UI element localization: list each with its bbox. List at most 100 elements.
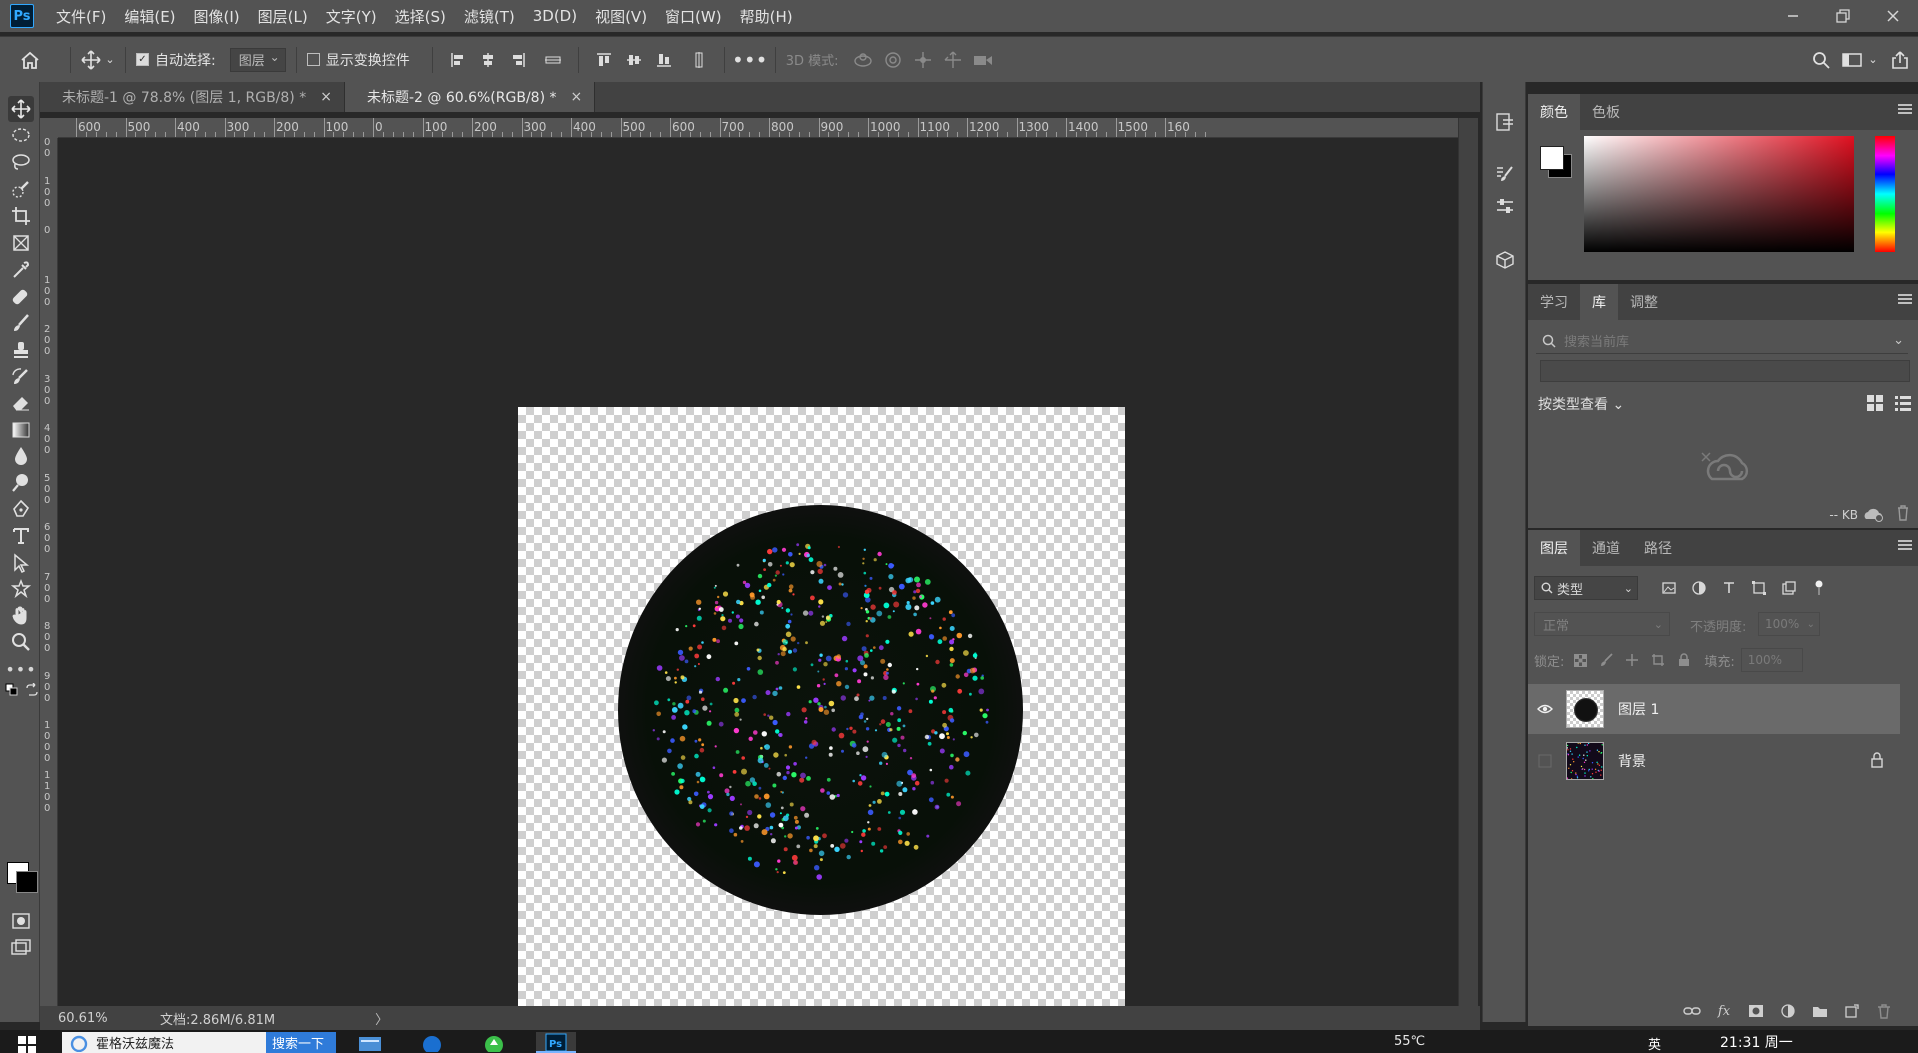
- 3d-pan-button[interactable]: [913, 50, 933, 70]
- restore-button[interactable]: [1818, 0, 1868, 32]
- tab-paths[interactable]: 路径: [1632, 530, 1684, 566]
- align-top-button[interactable]: [594, 50, 614, 70]
- swap-colors-button[interactable]: [24, 682, 40, 698]
- eyedropper-tool[interactable]: [8, 257, 34, 283]
- menu-view[interactable]: 视图(V): [595, 6, 647, 27]
- layer-row-background[interactable]: 背景: [1528, 736, 1900, 786]
- distribute-v-button[interactable]: [689, 50, 709, 70]
- search-button[interactable]: [1804, 37, 1838, 83]
- library-search-input[interactable]: 搜索当前库 ⌄: [1536, 328, 1908, 354]
- fill-input[interactable]: 100%: [1740, 648, 1803, 672]
- history-panel-button[interactable]: [1493, 110, 1517, 134]
- align-left-button[interactable]: [448, 50, 468, 70]
- windows-start-icon[interactable]: [18, 1036, 36, 1053]
- 3d-slide-button[interactable]: [943, 50, 963, 70]
- tab-layers[interactable]: 图层: [1528, 530, 1580, 566]
- zoom-level[interactable]: 60.61%: [40, 1011, 110, 1026]
- filter-adjustment-button[interactable]: [1688, 578, 1710, 598]
- background-color-swatch[interactable]: [16, 871, 38, 893]
- vertical-scrollbar[interactable]: [1458, 118, 1478, 1008]
- panel-menu-icon[interactable]: [1898, 538, 1912, 552]
- library-select-dropdown[interactable]: [1540, 360, 1910, 382]
- brush-tool[interactable]: [8, 310, 34, 336]
- minimize-button[interactable]: [1768, 0, 1818, 32]
- blend-mode-dropdown[interactable]: 正常 ⌄: [1534, 612, 1670, 636]
- history-brush-tool[interactable]: [8, 364, 34, 390]
- properties-panel-button[interactable]: [1493, 194, 1517, 218]
- align-right-button[interactable]: [508, 50, 528, 70]
- lock-transparent-button[interactable]: [1570, 651, 1590, 669]
- delete-layer-button[interactable]: [1874, 1001, 1894, 1021]
- move-tool[interactable]: [8, 96, 34, 122]
- taskbar-search-button[interactable]: 搜索一下: [266, 1032, 336, 1053]
- auto-select-dropdown[interactable]: 图层: [229, 47, 286, 72]
- eraser-tool[interactable]: [8, 390, 34, 416]
- pen-tool[interactable]: [8, 496, 34, 522]
- taskbar-clock[interactable]: 21:31 周一: [1720, 1032, 1793, 1052]
- screen-mode-button[interactable]: [8, 934, 34, 960]
- show-transform-checkbox[interactable]: [306, 53, 320, 66]
- panel-menu-icon[interactable]: [1898, 102, 1912, 116]
- frame-tool[interactable]: [8, 230, 34, 256]
- new-group-button[interactable]: [1810, 1001, 1830, 1021]
- blur-tool[interactable]: [8, 443, 34, 469]
- color-picker-field[interactable]: [1584, 136, 1854, 252]
- chevron-down-icon[interactable]: ⌄: [1893, 333, 1904, 348]
- tab-document-2[interactable]: 未标题-2 @ 60.6%(RGB/8) * ×: [344, 82, 596, 112]
- more-options-button[interactable]: •••: [732, 37, 767, 83]
- list-view-icon[interactable]: [1894, 394, 1912, 412]
- lock-pixels-button[interactable]: [1596, 651, 1616, 669]
- tab-swatches[interactable]: 色板: [1580, 94, 1632, 130]
- tab-color[interactable]: 颜色: [1528, 94, 1580, 130]
- lock-all-button[interactable]: [1674, 651, 1694, 669]
- lasso-tool[interactable]: [8, 149, 34, 175]
- close-tab-icon[interactable]: ×: [320, 89, 332, 105]
- quick-mask-button[interactable]: [8, 908, 34, 934]
- zoom-tool[interactable]: [8, 629, 34, 655]
- crop-tool[interactable]: [8, 203, 34, 229]
- close-window-button[interactable]: [1868, 0, 1918, 32]
- shape-tool[interactable]: [8, 576, 34, 602]
- auto-select-checkbox[interactable]: ✓: [136, 53, 149, 66]
- menu-file[interactable]: 文件(F): [56, 6, 106, 27]
- link-layers-button[interactable]: [1682, 1001, 1702, 1021]
- taskbar-app-photoshop[interactable]: Ps: [536, 1032, 576, 1053]
- type-tool[interactable]: [8, 523, 34, 549]
- menu-help[interactable]: 帮助(H): [740, 6, 793, 27]
- move-tool-preset-button[interactable]: ⌄: [81, 37, 115, 83]
- foreground-color-chip[interactable]: [1540, 146, 1564, 170]
- taskbar-app-edge[interactable]: [412, 1032, 452, 1053]
- new-adjustment-button[interactable]: [1778, 1001, 1798, 1021]
- add-mask-button[interactable]: [1746, 1001, 1766, 1021]
- taskbar-app-explorer[interactable]: [350, 1032, 390, 1053]
- layer-name[interactable]: 背景: [1618, 751, 1646, 771]
- share-button[interactable]: [1882, 37, 1918, 83]
- default-colors-button[interactable]: [4, 682, 20, 698]
- brush-settings-button[interactable]: [1493, 162, 1517, 186]
- edit-toolbar-button[interactable]: •••: [5, 656, 35, 682]
- filter-pixel-button[interactable]: [1658, 578, 1680, 598]
- workspace-button[interactable]: ⌄: [1838, 37, 1882, 83]
- lock-position-button[interactable]: [1622, 651, 1642, 669]
- distribute-button[interactable]: [543, 50, 563, 70]
- 3d-panel-button[interactable]: [1493, 248, 1517, 272]
- menu-layer[interactable]: 图层(L): [258, 6, 308, 27]
- view-by-type-button[interactable]: 按类型查看 ⌄: [1538, 394, 1624, 414]
- horizontal-ruler[interactable]: 600 500 400 300 200 100 0 100 200 300 400 500 600 700…: [58, 118, 1458, 138]
- layer-name[interactable]: 图层 1: [1618, 699, 1659, 719]
- trash-icon[interactable]: [1896, 504, 1910, 522]
- new-layer-button[interactable]: [1842, 1001, 1862, 1021]
- menu-window[interactable]: 窗口(W): [665, 6, 722, 27]
- layer-visibility-toggle[interactable]: [1534, 698, 1556, 720]
- align-middle-v-button[interactable]: [624, 50, 644, 70]
- filter-type-button[interactable]: [1718, 578, 1740, 598]
- filter-toggle-button[interactable]: [1808, 578, 1830, 598]
- layer-style-button[interactable]: fx: [1714, 1001, 1734, 1021]
- layer-visibility-toggle[interactable]: [1534, 750, 1556, 772]
- tab-learn[interactable]: 学习: [1528, 284, 1580, 320]
- document-canvas[interactable]: [518, 407, 1125, 1014]
- filter-smart-object-button[interactable]: [1778, 578, 1800, 598]
- tab-adjustments[interactable]: 调整: [1618, 284, 1670, 320]
- filter-shape-button[interactable]: [1748, 578, 1770, 598]
- menu-edit[interactable]: 编辑(E): [124, 6, 175, 27]
